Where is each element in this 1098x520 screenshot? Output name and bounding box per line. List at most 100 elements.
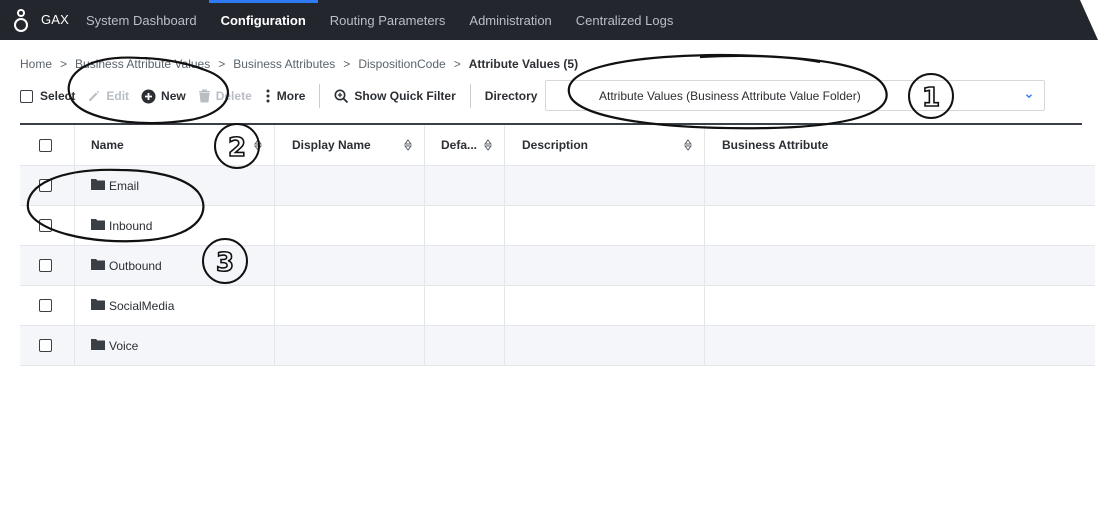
folder-icon [91,298,105,310]
directory-select[interactable]: Attribute Values (Business Attribute Val… [545,80,1045,111]
nav-administration[interactable]: Administration [457,0,563,40]
row-business-attribute-cell [705,246,1095,285]
column-header-description[interactable]: Description [505,125,705,165]
table-row[interactable]: Outbound [20,246,1095,286]
nav-configuration[interactable]: Configuration [208,0,319,40]
sort-icon[interactable] [404,139,412,151]
row-display-name-cell [275,326,425,365]
row-name: SocialMedia [109,298,175,313]
brand-name: GAX [41,12,70,27]
table-row[interactable]: Voice [20,326,1095,366]
nav-system-dashboard[interactable]: System Dashboard [74,0,209,40]
row-business-attribute-cell [705,206,1095,245]
row-description-cell [505,206,705,245]
folder-icon [91,218,105,230]
select-label: Select [40,89,76,103]
topbar-edge [1080,0,1098,40]
row-display-name-cell [275,206,425,245]
row-business-attribute-cell [705,286,1095,325]
row-name-cell[interactable]: SocialMedia [75,286,275,325]
row-business-attribute-cell [705,326,1095,365]
pencil-icon [89,90,100,101]
column-header-display-name[interactable]: Display Name [275,125,425,165]
row-name: Inbound [109,218,153,233]
row-checkbox[interactable] [39,259,52,272]
folder-icon [91,258,105,270]
more-label: More [276,89,306,103]
new-button[interactable]: New [141,89,186,104]
table-row[interactable]: Email [20,166,1095,206]
row-name: Voice [109,338,139,353]
toolbar-divider [319,84,321,108]
breadcrumb-disposition-code[interactable]: DispositionCode [358,57,445,71]
row-name-cell[interactable]: Outbound [75,246,275,285]
breadcrumb-separator: > [453,57,461,71]
table-row[interactable]: SocialMedia [20,286,1095,326]
top-navigation-bar: GAX System Dashboard Configuration Routi… [0,0,1098,40]
breadcrumb: Home > Business Attribute Values > Busin… [20,57,578,71]
folder-icon [91,338,105,350]
main-nav: System Dashboard Configuration Routing P… [74,0,685,40]
select-checkbox-icon [20,89,33,103]
column-header-default[interactable]: Defa... [425,125,505,165]
more-vertical-icon [266,89,270,103]
row-checkbox-cell [20,286,75,325]
sort-icon[interactable] [684,139,692,151]
edit-button[interactable]: Edit [87,89,129,103]
table-row[interactable]: Inbound [20,206,1095,246]
delete-label: Delete [215,89,252,103]
row-description-cell [505,286,705,325]
row-default-cell [425,326,505,365]
delete-button[interactable]: Delete [198,89,252,103]
column-header-name-label: Name [91,138,124,152]
chevron-down-icon [1026,94,1032,99]
nav-routing-parameters[interactable]: Routing Parameters [318,0,458,40]
row-default-cell [425,286,505,325]
sort-icon[interactable] [254,139,262,151]
row-name-cell[interactable]: Voice [75,326,275,365]
row-description-cell [505,326,705,365]
column-header-description-label: Description [522,138,589,152]
row-checkbox-cell [20,206,75,245]
directory-select-value: Attribute Values (Business Attribute Val… [599,88,861,103]
column-header-business-attribute[interactable]: Business Attribute [705,125,1095,165]
row-default-cell [425,166,505,205]
zoom-search-icon [334,89,349,103]
row-checkbox[interactable] [39,219,52,232]
row-name-cell[interactable]: Email [75,166,275,205]
edit-label: Edit [106,89,130,103]
folder-icon [91,178,105,190]
row-checkbox[interactable] [39,339,52,352]
select-all-checkbox[interactable] [39,138,52,152]
more-button[interactable]: More [264,89,306,103]
row-checkbox[interactable] [39,299,52,312]
row-name: Email [109,178,140,193]
select-button[interactable]: Select [20,89,75,103]
show-quick-filter-button[interactable]: Show Quick Filter [334,89,456,104]
show-quick-filter-label: Show Quick Filter [354,89,456,103]
toolbar: Select Edit New Delete More Show Quick F… [20,80,1060,112]
row-name-cell[interactable]: Inbound [75,206,275,245]
row-default-cell [425,206,505,245]
genesys-logo-icon [14,9,28,32]
row-display-name-cell [275,286,425,325]
directory-label: Directory [484,89,538,103]
row-default-cell [425,246,505,285]
row-checkbox[interactable] [39,179,52,192]
breadcrumb-home[interactable]: Home [20,57,52,71]
row-description-cell [505,246,705,285]
header-select-all-cell [20,125,75,165]
table-header: Name Display Name Defa... Description Bu… [20,125,1095,166]
breadcrumb-business-attribute-values[interactable]: Business Attribute Values [75,57,210,71]
breadcrumb-separator: > [218,57,226,71]
attribute-values-table: Name Display Name Defa... Description Bu… [20,125,1095,366]
column-header-name[interactable]: Name [75,125,275,165]
row-display-name-cell [275,246,425,285]
sort-icon[interactable] [484,139,492,151]
row-checkbox-cell [20,246,75,285]
breadcrumb-business-attributes[interactable]: Business Attributes [233,57,335,71]
trash-icon [198,89,210,103]
nav-centralized-logs[interactable]: Centralized Logs [564,0,686,40]
breadcrumb-current: Attribute Values (5) [468,57,579,71]
row-business-attribute-cell [705,166,1095,205]
